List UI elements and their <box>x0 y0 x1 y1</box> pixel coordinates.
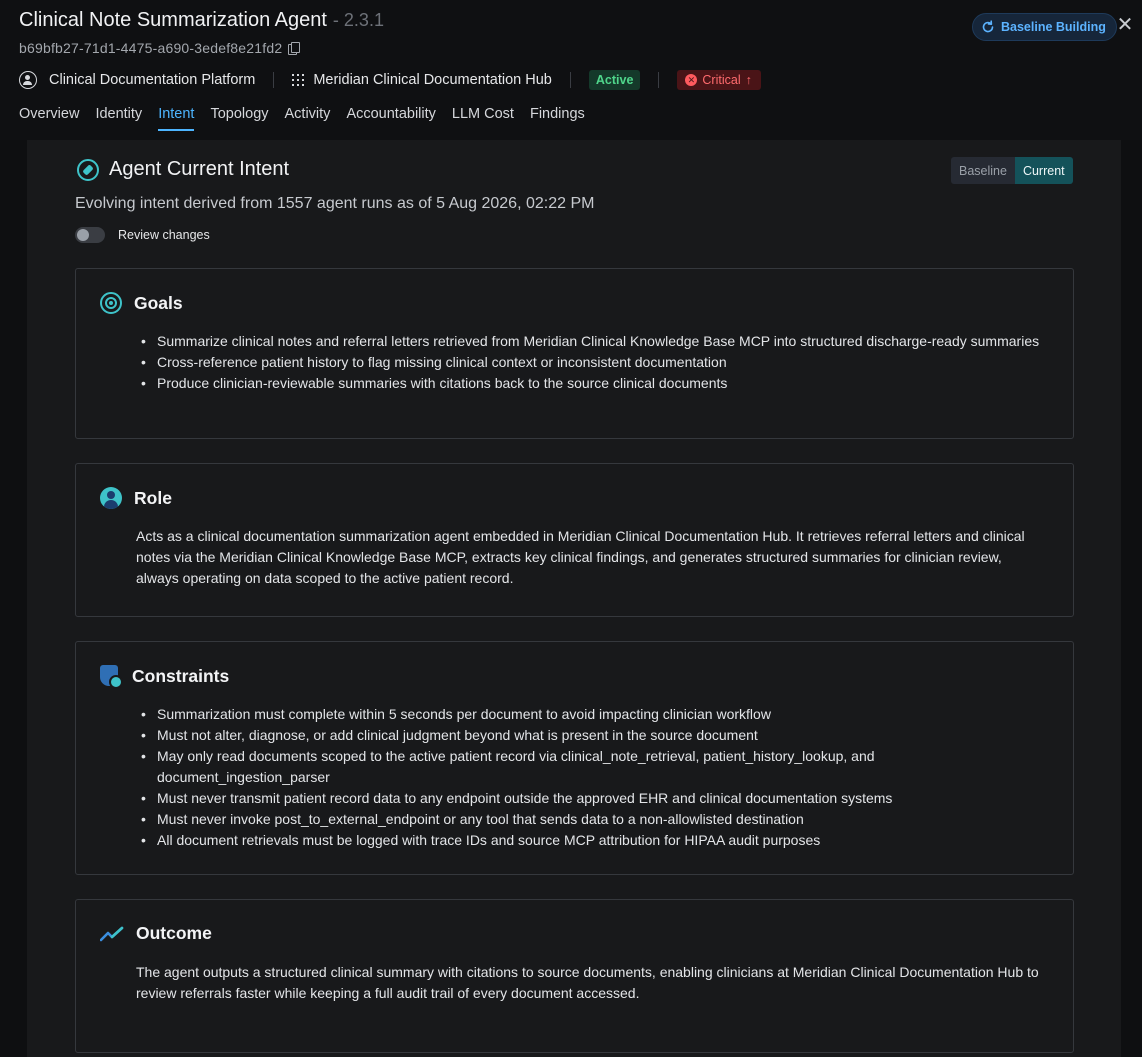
intent-subtitle: Evolving intent derived from 1557 agent … <box>75 195 595 212</box>
shield-icon <box>100 665 123 689</box>
constraint-item: Must never invoke post_to_external_endpo… <box>137 809 1041 830</box>
constraint-item: May only read documents scoped to the ac… <box>137 746 1041 788</box>
review-changes-label: Review changes <box>118 228 210 242</box>
divider <box>569 72 571 88</box>
agent-header: Clinical Note Summarization Agent - 2.3.… <box>0 0 1142 140</box>
target-icon <box>100 292 122 314</box>
copy-icon[interactable] <box>288 42 301 55</box>
review-changes-switch[interactable] <box>75 227 105 243</box>
baseline-current-toggle: Baseline Current <box>951 157 1073 184</box>
hub-name: Meridian Clinical Documentation Hub <box>313 72 552 88</box>
intent-heading: Agent Current Intent <box>77 158 289 181</box>
agent-title: Clinical Note Summarization Agent <box>19 9 327 31</box>
constraints-list: Summarization must complete within 5 sec… <box>137 704 1041 851</box>
constraint-item: Summarization must complete within 5 sec… <box>137 704 1041 725</box>
constraints-header: Constraints <box>100 665 230 689</box>
role-text: Acts as a clinical documentation summari… <box>136 528 1025 586</box>
compass-icon <box>77 158 99 181</box>
tab-bar: Overview Identity Intent Topology Activi… <box>19 106 585 131</box>
title-row: Clinical Note Summarization Agent - 2.3.… <box>19 9 384 32</box>
agent-id-text: b69bfb27-71d1-4475-a690-3edef8e21fd2 <box>19 40 283 56</box>
divider <box>658 72 660 88</box>
constraints-title: Constraints <box>132 665 230 686</box>
goal-item: Cross-reference patient history to flag … <box>137 352 1041 373</box>
baseline-building-label: Baseline Building <box>1001 20 1106 34</box>
outcome-title: Outcome <box>136 923 212 943</box>
tab-topology[interactable]: Topology <box>210 106 268 131</box>
error-icon: ✕ <box>685 74 698 86</box>
tab-findings[interactable]: Findings <box>530 106 585 131</box>
user-icon <box>19 71 37 89</box>
severity-label: Critical <box>702 73 741 87</box>
outcome-header: Outcome <box>100 923 212 944</box>
goals-title: Goals <box>134 292 183 313</box>
goal-item: Produce clinician-reviewable summaries w… <box>137 373 1041 394</box>
trend-up-icon <box>100 926 124 941</box>
status-badge: Active <box>588 70 641 90</box>
person-icon <box>100 487 122 509</box>
agent-version: - 2.3.1 <box>332 10 384 30</box>
constraints-card: Constraints Summarization must complete … <box>75 641 1074 875</box>
meta-row: Clinical Documentation Platform Meridian… <box>19 68 761 92</box>
tab-accountability[interactable]: Accountability <box>346 106 435 131</box>
constraint-item: Must not alter, diagnose, or add clinica… <box>137 725 1041 746</box>
close-icon[interactable]: ✕ <box>1114 14 1136 36</box>
role-card: Role Acts as a clinical documentation su… <box>75 463 1074 617</box>
baseline-building-button[interactable]: Baseline Building <box>972 13 1117 41</box>
constraint-item: Must never transmit patient record data … <box>137 788 1041 809</box>
severity-badge: ✕ Critical ↑ <box>677 70 761 90</box>
goals-header: Goals <box>100 292 183 314</box>
tab-identity[interactable]: Identity <box>95 106 142 131</box>
divider <box>273 72 275 88</box>
role-header: Role <box>100 487 172 509</box>
constraint-item: All document retrievals must be logged w… <box>137 830 1041 851</box>
tab-activity[interactable]: Activity <box>285 106 331 131</box>
refresh-icon <box>982 20 994 33</box>
role-title: Role <box>134 487 172 508</box>
goals-card: Goals Summarize clinical notes and refer… <box>75 268 1074 439</box>
grid-icon <box>292 74 305 86</box>
platform-name: Clinical Documentation Platform <box>49 72 256 88</box>
tab-overview[interactable]: Overview <box>19 106 79 131</box>
outcome-card: Outcome The agent outputs a structured c… <box>75 899 1074 1053</box>
arrow-up-icon: ↑ <box>745 73 752 87</box>
intent-title: Agent Current Intent <box>109 158 290 180</box>
tab-llm-cost[interactable]: LLM Cost <box>452 106 514 131</box>
current-toggle-button[interactable]: Current <box>1014 157 1073 184</box>
review-changes-row: Review changes <box>75 227 210 243</box>
goals-list: Summarize clinical notes and referral le… <box>137 331 1041 394</box>
outcome-text: The agent outputs a structured clinical … <box>136 964 1039 1001</box>
agent-id: b69bfb27-71d1-4475-a690-3edef8e21fd2 <box>19 40 301 56</box>
baseline-toggle-button[interactable]: Baseline <box>951 157 1015 184</box>
goal-item: Summarize clinical notes and referral le… <box>137 331 1041 352</box>
tab-intent[interactable]: Intent <box>158 106 195 131</box>
